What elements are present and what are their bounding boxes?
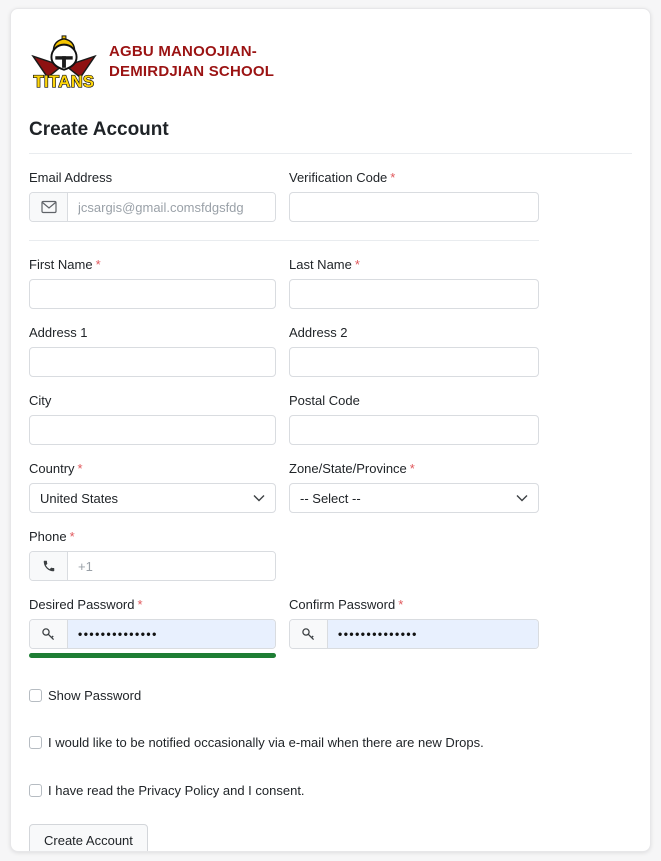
show-password-label: Show Password	[48, 688, 141, 704]
city-label: City	[29, 393, 276, 408]
page-title: Create Account	[29, 119, 632, 141]
key-icon	[30, 620, 68, 648]
email-input[interactable]	[68, 193, 275, 221]
svg-text:TITANS: TITANS	[34, 73, 95, 91]
chevron-down-icon	[253, 494, 265, 502]
create-account-card: TITANS AGBU MANOOJIAN- DEMIRDJIAN SCHOOL…	[10, 8, 651, 852]
zone-select[interactable]: -- Select --	[289, 483, 539, 513]
country-label: Country*	[29, 461, 276, 476]
school-name-line1: AGBU MANOOJIAN-	[109, 42, 274, 62]
school-name-line2: DEMIRDJIAN SCHOOL	[109, 62, 274, 82]
first-name-label: First Name*	[29, 257, 276, 272]
notify-label: I would like to be notified occasionally…	[48, 735, 484, 751]
password-strength-bar	[29, 653, 276, 658]
verification-code-input[interactable]	[289, 192, 539, 222]
last-name-label: Last Name*	[289, 257, 539, 272]
confirm-password-label: Confirm Password*	[289, 597, 539, 612]
create-account-button[interactable]: Create Account	[29, 824, 148, 852]
desired-password-input[interactable]	[68, 620, 275, 648]
show-password-checkbox[interactable]	[29, 689, 42, 702]
envelope-icon	[30, 193, 68, 221]
create-account-form: Email Address Verification Code*	[29, 170, 539, 852]
address2-input[interactable]	[289, 347, 539, 377]
first-name-input[interactable]	[29, 279, 276, 309]
desired-password-group	[29, 619, 276, 649]
city-input[interactable]	[29, 415, 276, 445]
address1-input[interactable]	[29, 347, 276, 377]
title-divider	[29, 153, 632, 154]
last-name-input[interactable]	[289, 279, 539, 309]
phone-icon	[30, 552, 68, 580]
titans-logo-icon: TITANS	[29, 33, 99, 91]
phone-input[interactable]	[68, 552, 275, 580]
phone-input-group	[29, 551, 276, 581]
confirm-password-group	[289, 619, 539, 649]
postal-code-label: Postal Code	[289, 393, 539, 408]
notify-checkbox[interactable]	[29, 736, 42, 749]
section-divider	[29, 240, 539, 241]
zone-label: Zone/State/Province*	[289, 461, 539, 476]
desired-password-label: Desired Password*	[29, 597, 276, 612]
school-name: AGBU MANOOJIAN- DEMIRDJIAN SCHOOL	[109, 42, 274, 83]
email-label: Email Address	[29, 170, 276, 185]
key-icon	[290, 620, 328, 648]
verification-code-label: Verification Code*	[289, 170, 539, 185]
confirm-password-input[interactable]	[328, 620, 538, 648]
email-input-group	[29, 192, 276, 222]
address2-label: Address 2	[289, 325, 539, 340]
address1-label: Address 1	[29, 325, 276, 340]
privacy-label: I have read the Privacy Policy and I con…	[48, 783, 305, 799]
privacy-policy-link[interactable]: Privacy Policy	[138, 783, 219, 798]
phone-label: Phone*	[29, 529, 276, 544]
country-select[interactable]: United States	[29, 483, 276, 513]
school-logo-header: TITANS AGBU MANOOJIAN- DEMIRDJIAN SCHOOL	[29, 33, 632, 91]
postal-code-input[interactable]	[289, 415, 539, 445]
privacy-checkbox[interactable]	[29, 784, 42, 797]
chevron-down-icon	[516, 494, 528, 502]
